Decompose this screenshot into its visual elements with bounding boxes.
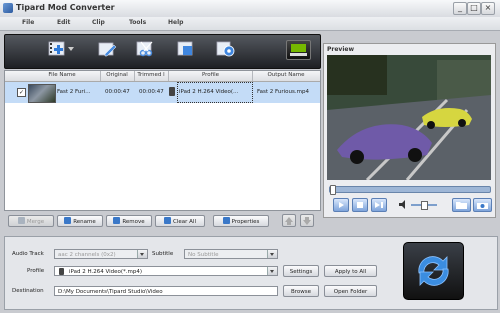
- next-frame-icon: [375, 202, 383, 208]
- file-list[interactable]: File Name Original Trimmed l Profile Out…: [4, 70, 321, 211]
- destination-input[interactable]: D:\My Documents\Tipard Studio\Video: [54, 286, 278, 296]
- video-thumbnail: [28, 84, 56, 103]
- rename-button[interactable]: Rename: [57, 215, 103, 227]
- stop-icon: [357, 202, 363, 208]
- cell-trimmed: 00:00:47: [139, 89, 164, 95]
- menu-bar: File Edit Clip Tools Help: [0, 17, 500, 31]
- audio-track-label: Audio Track: [12, 251, 44, 257]
- menu-file[interactable]: File: [22, 19, 34, 26]
- col-trimmed[interactable]: Trimmed l: [135, 72, 167, 78]
- stop-button[interactable]: [352, 198, 368, 212]
- volume-handle[interactable]: [421, 201, 428, 210]
- edit-button[interactable]: [96, 38, 122, 62]
- chevron-down-icon: [267, 250, 277, 258]
- title-bar: Tipard Mod Converter _ □ ×: [0, 0, 500, 18]
- menu-clip[interactable]: Clip: [92, 19, 105, 26]
- add-file-button[interactable]: [46, 38, 74, 62]
- browse-button[interactable]: Browse: [283, 285, 319, 297]
- device-icon: [169, 87, 175, 96]
- profile-select[interactable]: iPad 2 H.264 Video(*.mp4): [54, 266, 278, 276]
- move-down-button[interactable]: [300, 214, 314, 227]
- row-checkbox[interactable]: ✓: [17, 88, 26, 97]
- merge-icon: [17, 217, 25, 224]
- cell-profile[interactable]: iPad 2 H.264 Video(…: [179, 89, 239, 95]
- remove-icon: [113, 217, 121, 224]
- move-up-button[interactable]: [282, 214, 296, 227]
- open-output-folder-button[interactable]: [452, 198, 471, 212]
- rename-icon: [64, 217, 72, 224]
- profile-label: Profile: [27, 268, 45, 274]
- arrow-up-icon: [285, 217, 293, 225]
- chevron-down-icon: [267, 267, 277, 275]
- clip-button[interactable]: [134, 38, 160, 62]
- minimize-button[interactable]: _: [453, 2, 467, 15]
- arrow-down-icon: [303, 217, 311, 225]
- clip-icon: [136, 41, 153, 57]
- audio-track-select[interactable]: aac 2 channels (0x2): [54, 249, 148, 259]
- window-title: Tipard Mod Converter: [16, 3, 115, 12]
- seek-bar[interactable]: [329, 185, 491, 195]
- preview-label: Preview: [327, 46, 355, 53]
- next-frame-button[interactable]: [371, 198, 387, 212]
- merge-3d-icon: [177, 41, 193, 56]
- 3d-button[interactable]: [174, 38, 200, 62]
- video-preview: [327, 55, 491, 180]
- maximize-button[interactable]: □: [467, 2, 481, 15]
- preferences-button[interactable]: [214, 38, 240, 62]
- add-file-icon: [48, 41, 65, 56]
- properties-button[interactable]: Properties: [213, 215, 269, 227]
- col-profile[interactable]: Profile: [169, 72, 252, 78]
- edit-icon: [98, 42, 117, 57]
- file-list-header: File Name Original Trimmed l Profile Out…: [5, 71, 320, 82]
- destination-label: Destination: [12, 288, 44, 294]
- menu-tools[interactable]: Tools: [129, 19, 146, 26]
- cell-original: 00:00:47: [105, 89, 130, 95]
- col-output-name[interactable]: Output Name: [253, 72, 319, 78]
- volume-icon: [399, 200, 405, 209]
- snapshot-button[interactable]: [473, 198, 492, 212]
- menu-edit[interactable]: Edit: [57, 19, 70, 26]
- cell-file-name: Fast 2 Furi…: [57, 89, 91, 95]
- clear-all-icon: [164, 217, 172, 224]
- convert-icon: [418, 256, 449, 286]
- chevron-down-icon: [137, 250, 147, 258]
- close-button[interactable]: ×: [481, 2, 495, 15]
- subtitle-label: Subtitle: [152, 251, 174, 257]
- preview-panel: Preview: [323, 43, 496, 218]
- convert-button[interactable]: [403, 242, 464, 300]
- remove-button[interactable]: Remove: [106, 215, 152, 227]
- col-file-name[interactable]: File Name: [27, 72, 97, 78]
- subtitle-select[interactable]: No Subtitle: [184, 249, 278, 259]
- app-icon: [3, 3, 13, 13]
- merge-button[interactable]: Merge: [8, 215, 54, 227]
- apply-to-all-button[interactable]: Apply to All: [324, 265, 377, 277]
- settings-button[interactable]: Settings: [283, 265, 319, 277]
- play-button[interactable]: [333, 198, 349, 212]
- open-folder-button[interactable]: Open Folder: [324, 285, 377, 297]
- nvidia-cuda-icon[interactable]: [286, 40, 311, 60]
- folder-icon: [456, 202, 467, 209]
- preferences-icon: [216, 41, 235, 57]
- properties-icon: [222, 217, 230, 224]
- play-icon: [339, 202, 344, 208]
- clear-all-button[interactable]: Clear All: [155, 215, 205, 227]
- camera-icon: [477, 203, 488, 209]
- col-original[interactable]: Original: [101, 72, 133, 78]
- device-icon: [59, 268, 64, 275]
- table-row[interactable]: ✓ Fast 2 Furi… 00:00:47 00:00:47 iPad 2 …: [5, 82, 320, 103]
- cell-output-name: Fast 2 Furious.mp4: [257, 89, 309, 95]
- seek-handle[interactable]: [330, 185, 336, 195]
- menu-help[interactable]: Help: [168, 19, 183, 26]
